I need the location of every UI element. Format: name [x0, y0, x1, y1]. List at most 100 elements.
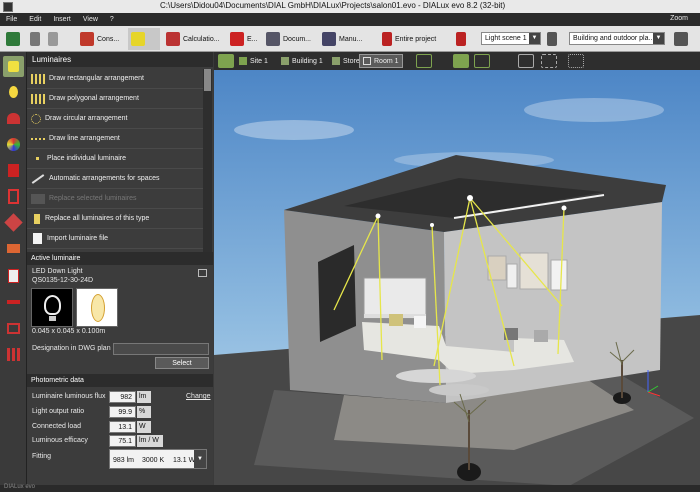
- app-icon[interactable]: [3, 1, 13, 12]
- menubar: File Edit Insert View ? Zoom: [0, 13, 700, 26]
- beam-tool[interactable]: [3, 292, 24, 313]
- furniture-icon: [7, 244, 20, 253]
- 3d-scene[interactable]: [214, 70, 700, 492]
- luminaire-options-icon[interactable]: [198, 269, 207, 277]
- luminaire[interactable]: [561, 205, 567, 211]
- bulb-icon: [44, 295, 61, 315]
- select-button[interactable]: Select: [155, 357, 209, 369]
- tab-site[interactable]: Site 1: [236, 54, 271, 68]
- ldc-curve: [91, 294, 105, 322]
- furniture-tool[interactable]: [3, 238, 24, 259]
- window-titlebar: C:\Users\Didou04\Documents\DIAL GmbH\DIA…: [0, 0, 700, 13]
- fit-view-icon[interactable]: [518, 54, 534, 68]
- fitting-k: 3000 K: [142, 457, 165, 464]
- plan-view-icon[interactable]: [416, 54, 432, 68]
- paint-tool[interactable]: [3, 160, 24, 181]
- draw-line-arrangement[interactable]: Draw line arrangement: [27, 129, 203, 149]
- draw-polygonal-arrangement[interactable]: Draw polygonal arrangement: [27, 89, 203, 109]
- cushion: [389, 314, 403, 326]
- bulb-tool[interactable]: [3, 82, 24, 103]
- replace-all-luminaires[interactable]: Replace all luminaires of this type: [27, 209, 203, 229]
- magnet-tool[interactable]: [3, 108, 24, 129]
- bulb-base: [49, 316, 56, 321]
- light-scene-select[interactable]: Light scene 1 ▼: [481, 32, 541, 45]
- building-icon: [281, 57, 289, 65]
- luminaire-name: LED Down Light: [32, 268, 83, 275]
- draw-rectangular-arrangement[interactable]: Draw rectangular arrangement: [27, 69, 203, 89]
- luminaires-scrollbar[interactable]: [203, 69, 212, 253]
- menu-view[interactable]: View: [83, 16, 98, 23]
- luminaire-photo[interactable]: [31, 288, 73, 327]
- load-input[interactable]: 13.1: [109, 421, 136, 433]
- luminaire[interactable]: [430, 223, 434, 227]
- luminaire[interactable]: [375, 213, 381, 219]
- luminaire-tool[interactable]: [3, 56, 24, 77]
- place-individual-luminaire[interactable]: Place individual luminaire: [27, 149, 203, 169]
- entire-project-button[interactable]: Entire project: [382, 28, 436, 50]
- menu-label: Draw circular arrangement: [45, 115, 128, 122]
- fitting-label: Fitting: [32, 453, 52, 460]
- fitting-select[interactable]: 983 lm 3000 K 13.1 W ▼: [109, 449, 207, 469]
- construction-button[interactable]: Cons...: [80, 28, 119, 50]
- menu-edit[interactable]: Edit: [29, 16, 41, 23]
- dwg-label: Designation in DWG plan: [32, 345, 111, 352]
- scene-menu-button[interactable]: [547, 28, 560, 50]
- 3d-viewport[interactable]: Site 1 Building 1 Storey 1 Room 1: [214, 52, 700, 492]
- fitting-w: 13.1 W: [173, 457, 196, 464]
- calculation-label: Calculatio...: [183, 35, 220, 43]
- door-tool[interactable]: [3, 186, 24, 207]
- wall-picture: [506, 263, 518, 289]
- 3d-view-icon[interactable]: [453, 54, 469, 68]
- window: [363, 277, 427, 319]
- filter-select[interactable]: Building and outdoor pla... ▼: [569, 32, 665, 45]
- light-button[interactable]: [128, 28, 160, 50]
- lor-input[interactable]: 99.9: [109, 406, 136, 418]
- calc-object-icon: [8, 269, 19, 283]
- measure-icon[interactable]: [541, 54, 557, 68]
- scroll-thumb[interactable]: [204, 69, 211, 91]
- tools-tool[interactable]: [3, 212, 24, 233]
- export-button[interactable]: E...: [230, 28, 258, 50]
- documentation-button[interactable]: Docum...: [266, 28, 311, 50]
- save-button[interactable]: [6, 28, 23, 50]
- scene-tool[interactable]: [3, 318, 24, 339]
- menu-file[interactable]: File: [6, 16, 17, 23]
- zoom-label[interactable]: Zoom: [670, 15, 688, 22]
- wireframe-icon[interactable]: [474, 54, 490, 68]
- tab-label: Room 1: [374, 57, 399, 65]
- menu-help[interactable]: ?: [110, 16, 114, 23]
- dwg-designation-input[interactable]: [113, 343, 209, 355]
- calculation-button[interactable]: Calculatio...: [166, 28, 220, 50]
- change-link[interactable]: Change: [186, 393, 211, 400]
- light-distribution-diagram[interactable]: [76, 288, 118, 327]
- menu-label: Replace all luminaires of this type: [45, 215, 150, 222]
- photometric-header: Photometric data: [27, 374, 213, 387]
- tab-building[interactable]: Building 1: [278, 54, 326, 68]
- menu-insert[interactable]: Insert: [53, 16, 71, 23]
- save-icon: [6, 32, 20, 46]
- manufacturers-button[interactable]: Manu...: [322, 28, 362, 50]
- automatic-arrangements[interactable]: Automatic arrangements for spaces: [27, 169, 203, 189]
- calc-object-tool[interactable]: [3, 266, 24, 287]
- flux-input[interactable]: 982: [109, 391, 136, 403]
- import-luminaire-file[interactable]: Import luminaire file: [27, 229, 203, 249]
- layout-button[interactable]: [674, 28, 691, 50]
- menu-icon: [547, 32, 557, 46]
- view-tabs: Site 1 Building 1 Storey 1 Room 1: [214, 52, 700, 70]
- document-button[interactable]: [456, 28, 469, 50]
- luminaire[interactable]: [467, 195, 473, 201]
- select-icon[interactable]: [568, 54, 584, 68]
- undo-button[interactable]: [30, 28, 43, 50]
- cloud: [524, 98, 664, 122]
- view-mode-icon[interactable]: [218, 54, 234, 68]
- tab-room[interactable]: Room 1: [359, 54, 403, 68]
- redo-button[interactable]: [48, 28, 61, 50]
- draw-circular-arrangement[interactable]: Draw circular arrangement: [27, 109, 203, 129]
- manufacturers-icon: [322, 32, 336, 46]
- coffee-table: [429, 384, 489, 396]
- construction-label: Cons...: [97, 35, 120, 43]
- entire-project-label: Entire project: [395, 35, 437, 43]
- colors-tool[interactable]: [3, 134, 24, 155]
- grid-tool[interactable]: [3, 344, 24, 365]
- efficacy-input[interactable]: 75.1: [109, 435, 136, 447]
